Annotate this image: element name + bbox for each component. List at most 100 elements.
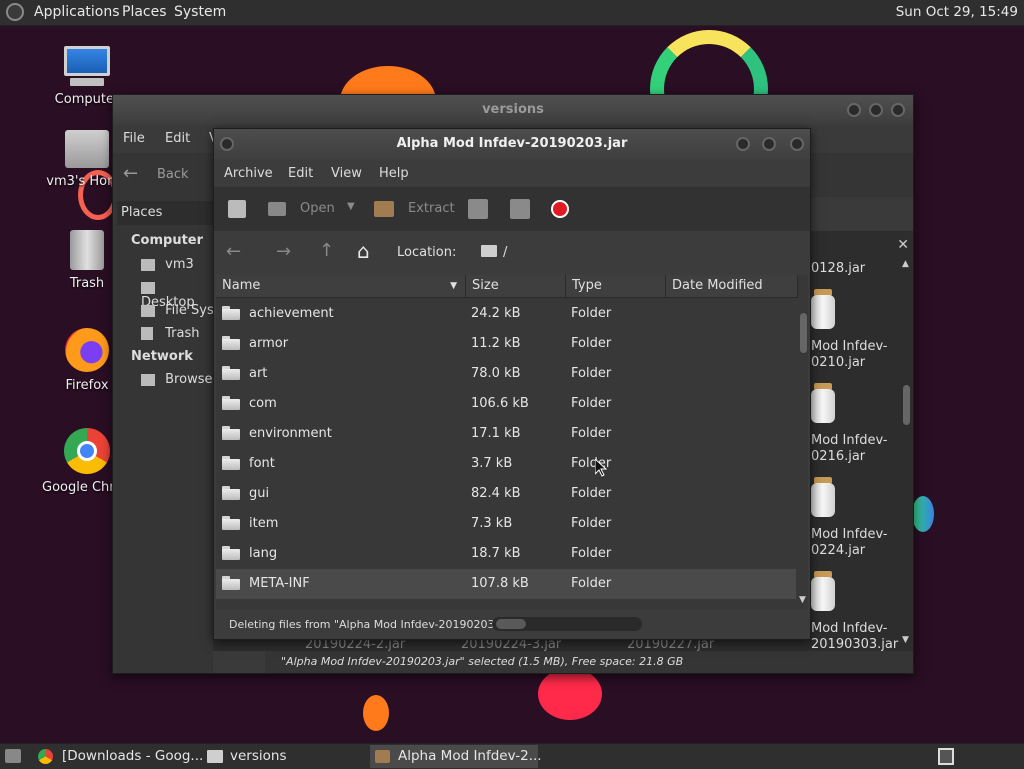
folder-icon (222, 336, 240, 350)
taskbar-item-downloads[interactable]: [Downloads - Goog... (62, 746, 203, 767)
scroll-up-icon[interactable]: ▲ (902, 259, 909, 269)
add-files-icon[interactable] (468, 199, 488, 219)
scrollbar-thumb[interactable] (903, 385, 910, 425)
table-row[interactable]: gui 82.4 kB Folder (216, 479, 796, 509)
menu-archive[interactable]: Archive (224, 166, 273, 181)
table-row[interactable]: armor 11.2 kB Folder (216, 329, 796, 359)
scroll-down-icon[interactable]: ▼ (799, 595, 806, 605)
file-item[interactable]: Mod Infdev- 20190303.jar (811, 621, 901, 651)
sidebar-item-label: vm3 (165, 257, 194, 272)
menu-edit[interactable]: Edit (288, 166, 313, 181)
maximize-button[interactable] (869, 103, 883, 117)
file-item[interactable]: Mod Infdev- 0224.jar (811, 527, 891, 559)
workspace-switcher[interactable] (938, 748, 954, 765)
column-date-modified[interactable]: Date Modified (666, 275, 798, 297)
show-desktop-icon[interactable] (5, 749, 21, 763)
sidebar-item-vm3[interactable]: vm3 (141, 257, 194, 272)
chevron-down-icon[interactable]: ▼ (347, 201, 355, 212)
file-list: Name ▼ Size Type Date Modified achieveme… (216, 275, 808, 609)
taskbar-item-label: Alpha Mod Infdev-2... (398, 748, 542, 764)
row-size: 11.2 kB (471, 336, 521, 351)
jar-icon[interactable] (811, 383, 835, 423)
computer-icon (64, 46, 110, 76)
row-name: item (249, 516, 279, 531)
versions-titlebar[interactable]: versions (113, 95, 913, 125)
file-item[interactable]: 0128.jar (811, 261, 891, 276)
archive-titlebar[interactable]: Alpha Mod Infdev-20190203.jar (214, 129, 810, 159)
scroll-down-icon[interactable]: ▼ (902, 635, 909, 645)
maximize-button[interactable] (762, 137, 776, 151)
column-headers: Name ▼ Size Type Date Modified (216, 275, 798, 298)
up-arrow-icon[interactable]: ↑ (319, 240, 334, 261)
forward-arrow-icon[interactable]: → (276, 241, 291, 262)
back-button[interactable]: Back (157, 167, 189, 182)
table-row[interactable]: art 78.0 kB Folder (216, 359, 796, 389)
file-item[interactable]: Mod Infdev- 0216.jar (811, 433, 891, 465)
extract-button[interactable]: Extract (408, 201, 455, 216)
close-pane-icon[interactable]: ✕ (897, 237, 909, 253)
desktop-icon (141, 281, 155, 294)
system-menu[interactable]: System (174, 4, 226, 20)
applications-menu[interactable]: Applications (34, 4, 120, 20)
distro-logo-icon[interactable] (6, 3, 24, 21)
column-name[interactable]: Name ▼ (216, 275, 466, 297)
jar-icon[interactable] (811, 477, 835, 517)
status-text: Deleting files from "Alpha Mod Infdev-20… (229, 618, 518, 631)
row-name: META-INF (249, 576, 310, 591)
open-icon[interactable] (268, 202, 286, 216)
vertical-scrollbar[interactable]: ▲ ▼ (901, 259, 911, 649)
column-size[interactable]: Size (466, 275, 566, 297)
table-row[interactable]: com 106.6 kB Folder (216, 389, 796, 419)
table-row[interactable]: item 7.3 kB Folder (216, 509, 796, 539)
jar-icon[interactable] (811, 289, 835, 329)
menu-help[interactable]: Help (379, 166, 409, 181)
file-item[interactable]: Mod Infdev- 0210.jar (811, 339, 891, 371)
taskbar-item-archive-active[interactable]: Alpha Mod Infdev-2... (370, 745, 542, 768)
stop-icon[interactable] (551, 200, 569, 218)
top-panel: Applications Places System Sun Oct 29, 1… (0, 0, 1024, 26)
menu-file[interactable]: File (123, 131, 145, 146)
row-type: Folder (571, 336, 612, 351)
menu-view[interactable]: View (331, 166, 362, 181)
new-archive-icon[interactable] (228, 200, 246, 218)
table-row[interactable]: environment 17.1 kB Folder (216, 419, 796, 449)
taskbar-item-versions[interactable]: versions (230, 746, 286, 767)
folder-icon (222, 486, 240, 500)
location-label: Location: (397, 245, 457, 260)
column-type[interactable]: Type (566, 275, 666, 297)
places-dropdown[interactable]: Places (117, 201, 213, 225)
minimize-button[interactable] (736, 137, 750, 151)
table-row[interactable]: font 3.7 kB Folder (216, 449, 796, 479)
jar-icon[interactable] (811, 571, 835, 611)
row-name: font (249, 456, 275, 471)
row-name: armor (249, 336, 289, 351)
folder-icon (222, 366, 240, 380)
table-row[interactable]: lang 18.7 kB Folder (216, 539, 796, 569)
clock[interactable]: Sun Oct 29, 15:49 (896, 4, 1018, 20)
add-folder-icon[interactable] (510, 199, 530, 219)
scrollbar-thumb[interactable] (800, 313, 807, 353)
table-row[interactable]: achievement 24.2 kB Folder (216, 299, 796, 329)
minimize-button[interactable] (847, 103, 861, 117)
row-type: Folder (571, 426, 612, 441)
menu-edit[interactable]: Edit (165, 131, 190, 146)
extract-icon[interactable] (374, 201, 394, 217)
back-arrow-icon[interactable]: ← (226, 241, 241, 262)
vertical-scrollbar[interactable]: ▼ (798, 299, 808, 609)
close-button[interactable] (790, 137, 804, 151)
location-path[interactable]: / (503, 245, 507, 260)
row-name: achievement (249, 306, 334, 321)
row-size: 78.0 kB (471, 366, 521, 381)
sidebar-item-trash[interactable]: Trash (141, 326, 200, 341)
row-type: Folder (571, 546, 612, 561)
open-button[interactable]: Open (300, 201, 335, 216)
close-button[interactable] (891, 103, 905, 117)
file-item-label: Mod Infdev- (811, 621, 888, 636)
home-icon[interactable]: ⌂ (357, 239, 370, 263)
table-row-selected[interactable]: META-INF 107.8 kB Folder (216, 569, 796, 599)
back-arrow-icon[interactable]: ← (123, 163, 138, 184)
places-menu[interactable]: Places (122, 4, 167, 20)
home-icon (141, 258, 155, 271)
status-text: "Alpha Mod Infdev-20190203.jar" selected… (281, 655, 684, 668)
folder-icon (222, 576, 240, 590)
